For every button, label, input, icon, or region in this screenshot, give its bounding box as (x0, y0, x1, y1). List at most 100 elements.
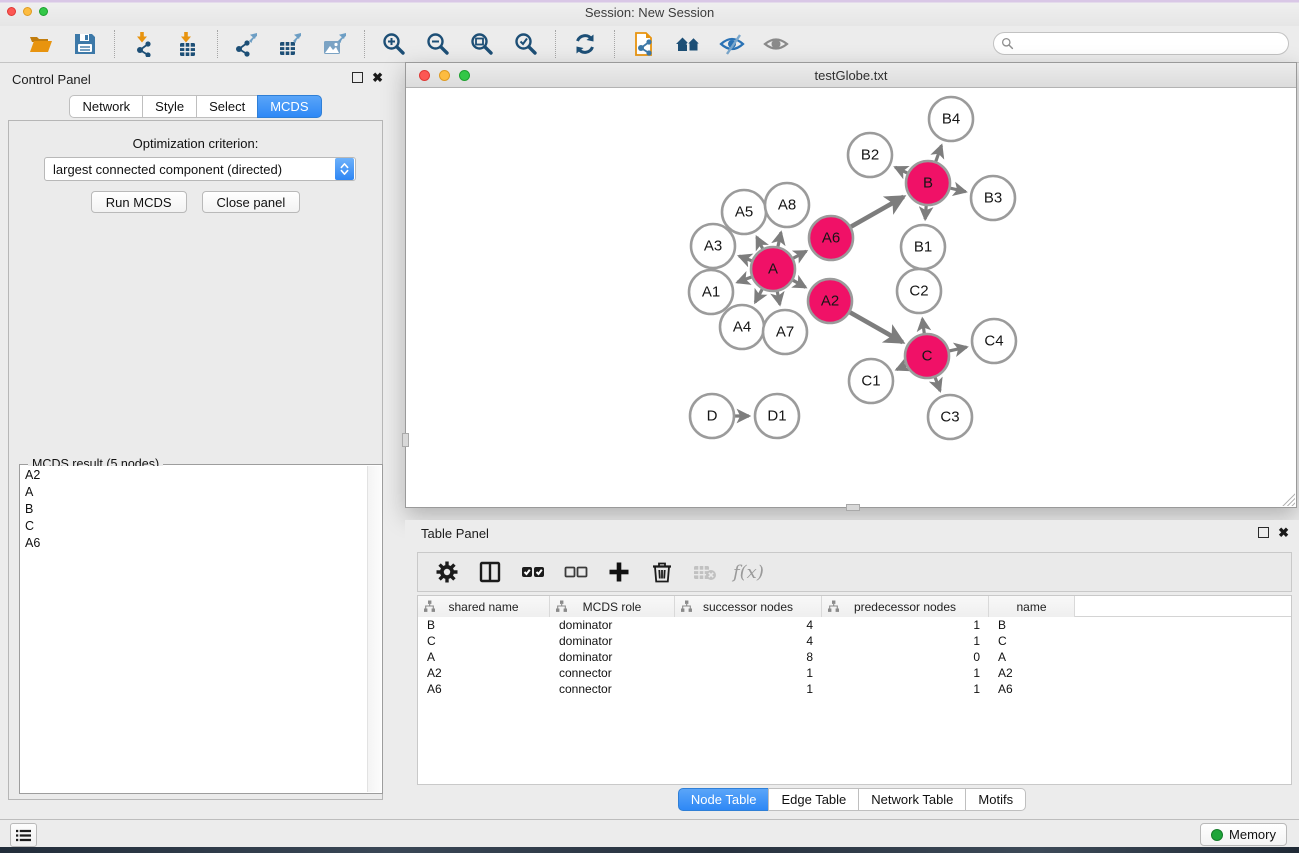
tab-mcds[interactable]: MCDS (257, 95, 321, 118)
column-header-name[interactable]: name (989, 596, 1075, 617)
tab-network-table[interactable]: Network Table (858, 788, 966, 811)
float-table-panel-icon[interactable] (1258, 527, 1269, 538)
open-session-icon[interactable] (26, 30, 56, 58)
node-C2[interactable]: C2 (897, 269, 941, 313)
cell-MCDS-role[interactable]: connector (550, 681, 675, 697)
cell-predecessor-nodes[interactable]: 1 (822, 617, 989, 633)
node-A5[interactable]: A5 (722, 190, 766, 234)
run-mcds-button[interactable]: Run MCDS (91, 191, 187, 213)
table-row[interactable]: Cdominator41C (418, 633, 1291, 649)
node-C3[interactable]: C3 (928, 395, 972, 439)
table-settings-icon[interactable] (432, 557, 462, 587)
window-resize-grip-corner[interactable] (1281, 492, 1295, 506)
zoom-out-icon[interactable] (423, 30, 453, 58)
cell-shared-name[interactable]: C (418, 633, 550, 649)
show-columns-icon[interactable] (475, 557, 505, 587)
column-header-MCDS-role[interactable]: MCDS role (550, 596, 675, 617)
tab-network[interactable]: Network (69, 95, 143, 118)
cell-successor-nodes[interactable]: 8 (675, 649, 822, 665)
hide-selection-icon[interactable] (717, 30, 747, 58)
cell-predecessor-nodes[interactable]: 1 (822, 681, 989, 697)
search-field[interactable] (993, 32, 1289, 55)
cell-shared-name[interactable]: A2 (418, 665, 550, 681)
table-row[interactable]: A2connector11A2 (418, 665, 1291, 681)
tab-node-table[interactable]: Node Table (678, 788, 770, 811)
network-from-selection-icon[interactable] (629, 30, 659, 58)
tab-style[interactable]: Style (142, 95, 197, 118)
result-item[interactable]: A6 (21, 534, 367, 551)
refresh-icon[interactable] (570, 30, 600, 58)
network-canvas[interactable]: B4 B2 B B3 A5 A8 A6 B1 A3 A A1 C2 A2 A4 … (406, 88, 1296, 507)
cell-name[interactable]: A6 (989, 681, 1075, 697)
close-table-panel-icon[interactable]: ✖ (1278, 527, 1289, 538)
delete-row-icon[interactable] (647, 557, 677, 587)
node-D1[interactable]: D1 (755, 394, 799, 438)
node-B[interactable]: B (906, 161, 950, 205)
close-panel-button[interactable]: Close panel (202, 191, 301, 213)
node-B2[interactable]: B2 (848, 133, 892, 177)
edge-A6-B[interactable] (848, 197, 903, 228)
save-session-icon[interactable] (70, 30, 100, 58)
import-network-icon[interactable] (129, 30, 159, 58)
cell-predecessor-nodes[interactable]: 0 (822, 649, 989, 665)
tab-select[interactable]: Select (196, 95, 258, 118)
cell-name[interactable]: C (989, 633, 1075, 649)
column-header-successor-nodes[interactable]: successor nodes (675, 596, 822, 617)
node-A[interactable]: A (751, 247, 795, 291)
cell-successor-nodes[interactable]: 1 (675, 681, 822, 697)
window-resize-grip-bottom[interactable] (846, 504, 860, 511)
add-row-icon[interactable] (604, 557, 634, 587)
result-item[interactable]: A (21, 483, 367, 500)
cell-predecessor-nodes[interactable]: 1 (822, 665, 989, 681)
node-A2[interactable]: A2 (808, 279, 852, 323)
window-resize-grip-left[interactable] (402, 433, 409, 447)
tab-motifs[interactable]: Motifs (965, 788, 1026, 811)
node-A8[interactable]: A8 (765, 183, 809, 227)
cell-successor-nodes[interactable]: 1 (675, 665, 822, 681)
table-row[interactable]: Bdominator41B (418, 617, 1291, 633)
float-panel-icon[interactable] (352, 72, 363, 83)
zoom-in-icon[interactable] (379, 30, 409, 58)
select-all-columns-icon[interactable] (518, 557, 548, 587)
cell-shared-name[interactable]: B (418, 617, 550, 633)
node-B3[interactable]: B3 (971, 176, 1015, 220)
memory-button[interactable]: Memory (1200, 823, 1287, 846)
edge-A2-C[interactable] (847, 311, 902, 342)
zoom-selected-icon[interactable] (511, 30, 541, 58)
cell-name[interactable]: B (989, 617, 1075, 633)
cell-shared-name[interactable]: A (418, 649, 550, 665)
node-C[interactable]: C (905, 334, 949, 378)
node-table[interactable]: shared nameMCDS rolesuccessor nodesprede… (417, 595, 1292, 785)
task-history-button[interactable] (10, 823, 37, 847)
zoom-fit-icon[interactable] (467, 30, 497, 58)
node-B1[interactable]: B1 (901, 225, 945, 269)
node-C4[interactable]: C4 (972, 319, 1016, 363)
cell-name[interactable]: A2 (989, 665, 1075, 681)
node-A7[interactable]: A7 (763, 310, 807, 354)
first-neighbors-icon[interactable] (673, 30, 703, 58)
close-panel-icon[interactable]: ✖ (372, 72, 383, 83)
column-header-shared-name[interactable]: shared name (418, 596, 550, 617)
result-item[interactable]: B (21, 500, 367, 517)
node-A3[interactable]: A3 (691, 224, 735, 268)
cell-successor-nodes[interactable]: 4 (675, 617, 822, 633)
tab-edge-table[interactable]: Edge Table (768, 788, 859, 811)
result-item[interactable]: C (21, 517, 367, 534)
import-table-icon[interactable] (173, 30, 203, 58)
result-scrollbar[interactable] (367, 466, 381, 792)
cell-name[interactable]: A (989, 649, 1075, 665)
node-A4[interactable]: A4 (720, 305, 764, 349)
node-C1[interactable]: C1 (849, 359, 893, 403)
cell-MCDS-role[interactable]: connector (550, 665, 675, 681)
node-D[interactable]: D (690, 394, 734, 438)
cell-successor-nodes[interactable]: 4 (675, 633, 822, 649)
node-A1[interactable]: A1 (689, 270, 733, 314)
table-row[interactable]: Adominator80A (418, 649, 1291, 665)
cell-MCDS-role[interactable]: dominator (550, 633, 675, 649)
cell-MCDS-role[interactable]: dominator (550, 649, 675, 665)
node-B4[interactable]: B4 (929, 97, 973, 141)
cell-shared-name[interactable]: A6 (418, 681, 550, 697)
search-input[interactable] (1014, 37, 1288, 51)
cell-MCDS-role[interactable]: dominator (550, 617, 675, 633)
export-network-icon[interactable] (232, 30, 262, 58)
